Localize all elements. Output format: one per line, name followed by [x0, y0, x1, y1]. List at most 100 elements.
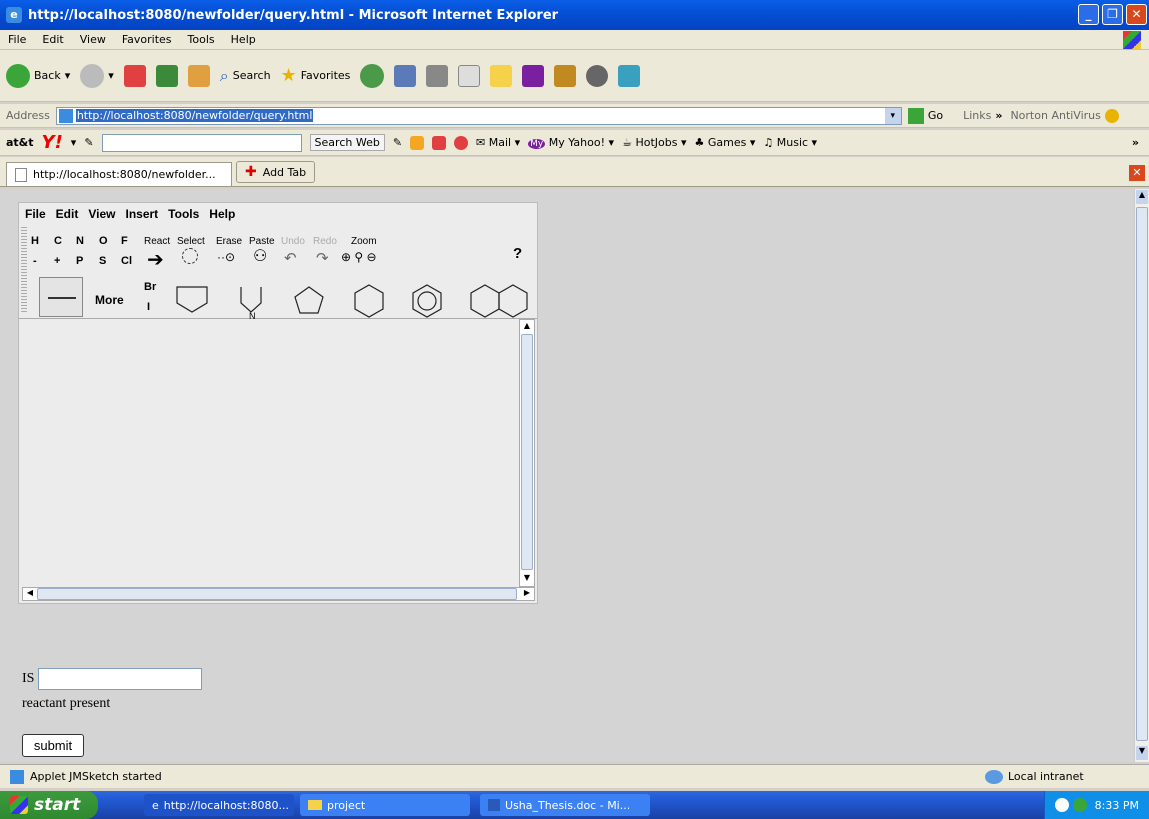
- att-logo[interactable]: at&t: [6, 136, 34, 149]
- applet-scroll-up-icon[interactable]: ▲: [521, 321, 533, 333]
- refresh-icon[interactable]: [155, 64, 178, 87]
- hotjobs-link[interactable]: ☕ HotJobs ▾: [622, 136, 686, 149]
- applet-menu-file[interactable]: File: [25, 207, 46, 221]
- home-icon[interactable]: [187, 64, 210, 87]
- applet-scroll-down-icon[interactable]: ▼: [521, 573, 533, 585]
- pencil-icon[interactable]: ✎: [84, 136, 93, 149]
- atom-p-button[interactable]: P: [76, 255, 83, 267]
- help-button[interactable]: ?: [513, 245, 522, 262]
- go-button[interactable]: Go: [928, 109, 943, 122]
- boat-ring-button[interactable]: [176, 286, 208, 313]
- naphthalene-button[interactable]: [470, 284, 528, 318]
- applet-menu-tools[interactable]: Tools: [168, 207, 199, 221]
- popup-blocker-icon[interactable]: [410, 135, 425, 150]
- atom-c-button[interactable]: C: [54, 235, 62, 247]
- zoom-icons[interactable]: ⊕ ⚲ ⊖: [341, 250, 377, 264]
- task-ie-window[interactable]: e http://localhost:8080...: [144, 794, 294, 816]
- scroll-down-icon[interactable]: ▼: [1136, 746, 1148, 760]
- redo-icon[interactable]: ↷: [316, 249, 329, 267]
- history-icon[interactable]: [360, 63, 385, 88]
- charge-plus-button[interactable]: +: [54, 255, 60, 267]
- atom-i-button[interactable]: I: [147, 301, 150, 313]
- atom-f-button[interactable]: F: [121, 235, 128, 247]
- charge-minus-button[interactable]: -: [33, 255, 37, 267]
- links-button[interactable]: Links: [963, 109, 991, 122]
- applet-hscroll-thumb[interactable]: [37, 588, 517, 600]
- start-button[interactable]: start: [0, 791, 98, 819]
- task-word-document[interactable]: Usha_Thesis.doc - Mi...: [480, 794, 650, 816]
- yahoo-search-input[interactable]: [101, 133, 302, 152]
- applet-vertical-scrollbar[interactable]: ▲ ▼: [519, 319, 535, 587]
- tab-current-page[interactable]: http://localhost:8080/newfolder...: [6, 162, 232, 186]
- drawing-canvas[interactable]: [22, 319, 519, 587]
- search-web-button[interactable]: Search Web: [309, 134, 385, 151]
- atom-s-button[interactable]: S: [99, 255, 106, 267]
- applet-menu-edit[interactable]: Edit: [56, 207, 79, 221]
- maximize-button[interactable]: ❐: [1102, 4, 1123, 25]
- browser-scroll-thumb[interactable]: [1136, 207, 1148, 741]
- atom-br-button[interactable]: Br: [144, 281, 156, 293]
- messenger-icon[interactable]: [618, 64, 641, 87]
- more-button[interactable]: More: [95, 293, 124, 307]
- browser-vertical-scrollbar[interactable]: ▲ ▼: [1134, 189, 1149, 762]
- my-yahoo-link[interactable]: My My Yahoo! ▾: [528, 136, 614, 149]
- menu-tools[interactable]: Tools: [188, 33, 215, 46]
- applet-scroll-left-icon[interactable]: ◀: [24, 588, 36, 600]
- research-icon[interactable]: [554, 64, 577, 87]
- atom-o-button[interactable]: O: [99, 235, 108, 247]
- select-lasso-icon[interactable]: [182, 248, 198, 264]
- add-tab-button[interactable]: ✚ Add Tab: [236, 161, 316, 183]
- applet-scroll-right-icon[interactable]: ▶: [521, 588, 533, 600]
- music-engine-icon[interactable]: [454, 135, 469, 150]
- applet-vscroll-thumb[interactable]: [521, 334, 533, 570]
- paste-icon[interactable]: ⚇: [253, 246, 267, 266]
- applet-horizontal-scrollbar[interactable]: ◀ ▶: [22, 587, 535, 601]
- applet-menu-help[interactable]: Help: [209, 207, 235, 221]
- edit-word-icon[interactable]: [458, 64, 481, 87]
- stop-icon[interactable]: [123, 64, 146, 87]
- applet-menu-view[interactable]: View: [88, 207, 115, 221]
- react-arrow-icon[interactable]: ➔: [147, 247, 164, 272]
- antispy-icon[interactable]: [432, 135, 447, 150]
- mail-icon[interactable]: [394, 64, 417, 87]
- undo-icon[interactable]: ↶: [284, 249, 297, 267]
- yahoo-logo[interactable]: Y!: [42, 132, 63, 153]
- highlight-icon[interactable]: ✎: [393, 136, 402, 149]
- dropdown-arrow-icon[interactable]: ▾: [884, 107, 901, 124]
- menu-favorites[interactable]: Favorites: [122, 33, 172, 46]
- mail-link[interactable]: ✉ Mail ▾: [476, 136, 520, 149]
- print-icon[interactable]: [426, 64, 449, 87]
- close-button[interactable]: ✕: [1126, 4, 1147, 25]
- atom-cl-button[interactable]: Cl: [121, 255, 132, 267]
- menu-file[interactable]: File: [8, 33, 26, 46]
- yahoo-messenger-icon[interactable]: [522, 64, 545, 87]
- address-input[interactable]: http://localhost:8080/newfolder/query.ht…: [55, 106, 902, 125]
- cyclopentane-button[interactable]: [294, 286, 324, 314]
- menu-edit[interactable]: Edit: [42, 33, 63, 46]
- benzene-button[interactable]: [412, 284, 442, 318]
- task-project-folder[interactable]: project: [300, 794, 470, 816]
- single-bond-button[interactable]: [39, 277, 83, 317]
- atom-h-button[interactable]: H: [31, 235, 39, 247]
- tray-network-icon[interactable]: [1072, 798, 1087, 812]
- back-button[interactable]: Back ▾: [6, 63, 70, 88]
- games-link[interactable]: ♣ Games ▾: [694, 136, 755, 149]
- erase-icon[interactable]: ··⊙: [217, 250, 235, 264]
- notes-icon[interactable]: [490, 64, 513, 87]
- close-tab-icon[interactable]: ✕: [1129, 165, 1145, 181]
- tray-back-icon[interactable]: [1054, 798, 1069, 812]
- menu-help[interactable]: Help: [231, 33, 256, 46]
- go-arrow-icon[interactable]: [907, 107, 924, 124]
- cyclohexane-button[interactable]: [354, 284, 384, 318]
- search-button[interactable]: ⌕ Search: [220, 66, 271, 86]
- more-chevron-icon[interactable]: »: [1132, 136, 1139, 149]
- nitrogen-ring-button[interactable]: [240, 287, 262, 313]
- applet-menu-insert[interactable]: Insert: [125, 207, 158, 221]
- menu-view[interactable]: View: [80, 33, 106, 46]
- atom-n-button[interactable]: N: [76, 235, 84, 247]
- norton-antivirus-button[interactable]: Norton AntiVirus: [1010, 109, 1100, 122]
- favorites-button[interactable]: ★ Favorites: [281, 65, 351, 86]
- submit-button[interactable]: submit: [22, 734, 84, 757]
- forward-button[interactable]: ▾: [80, 63, 114, 88]
- scroll-up-icon[interactable]: ▲: [1136, 190, 1148, 204]
